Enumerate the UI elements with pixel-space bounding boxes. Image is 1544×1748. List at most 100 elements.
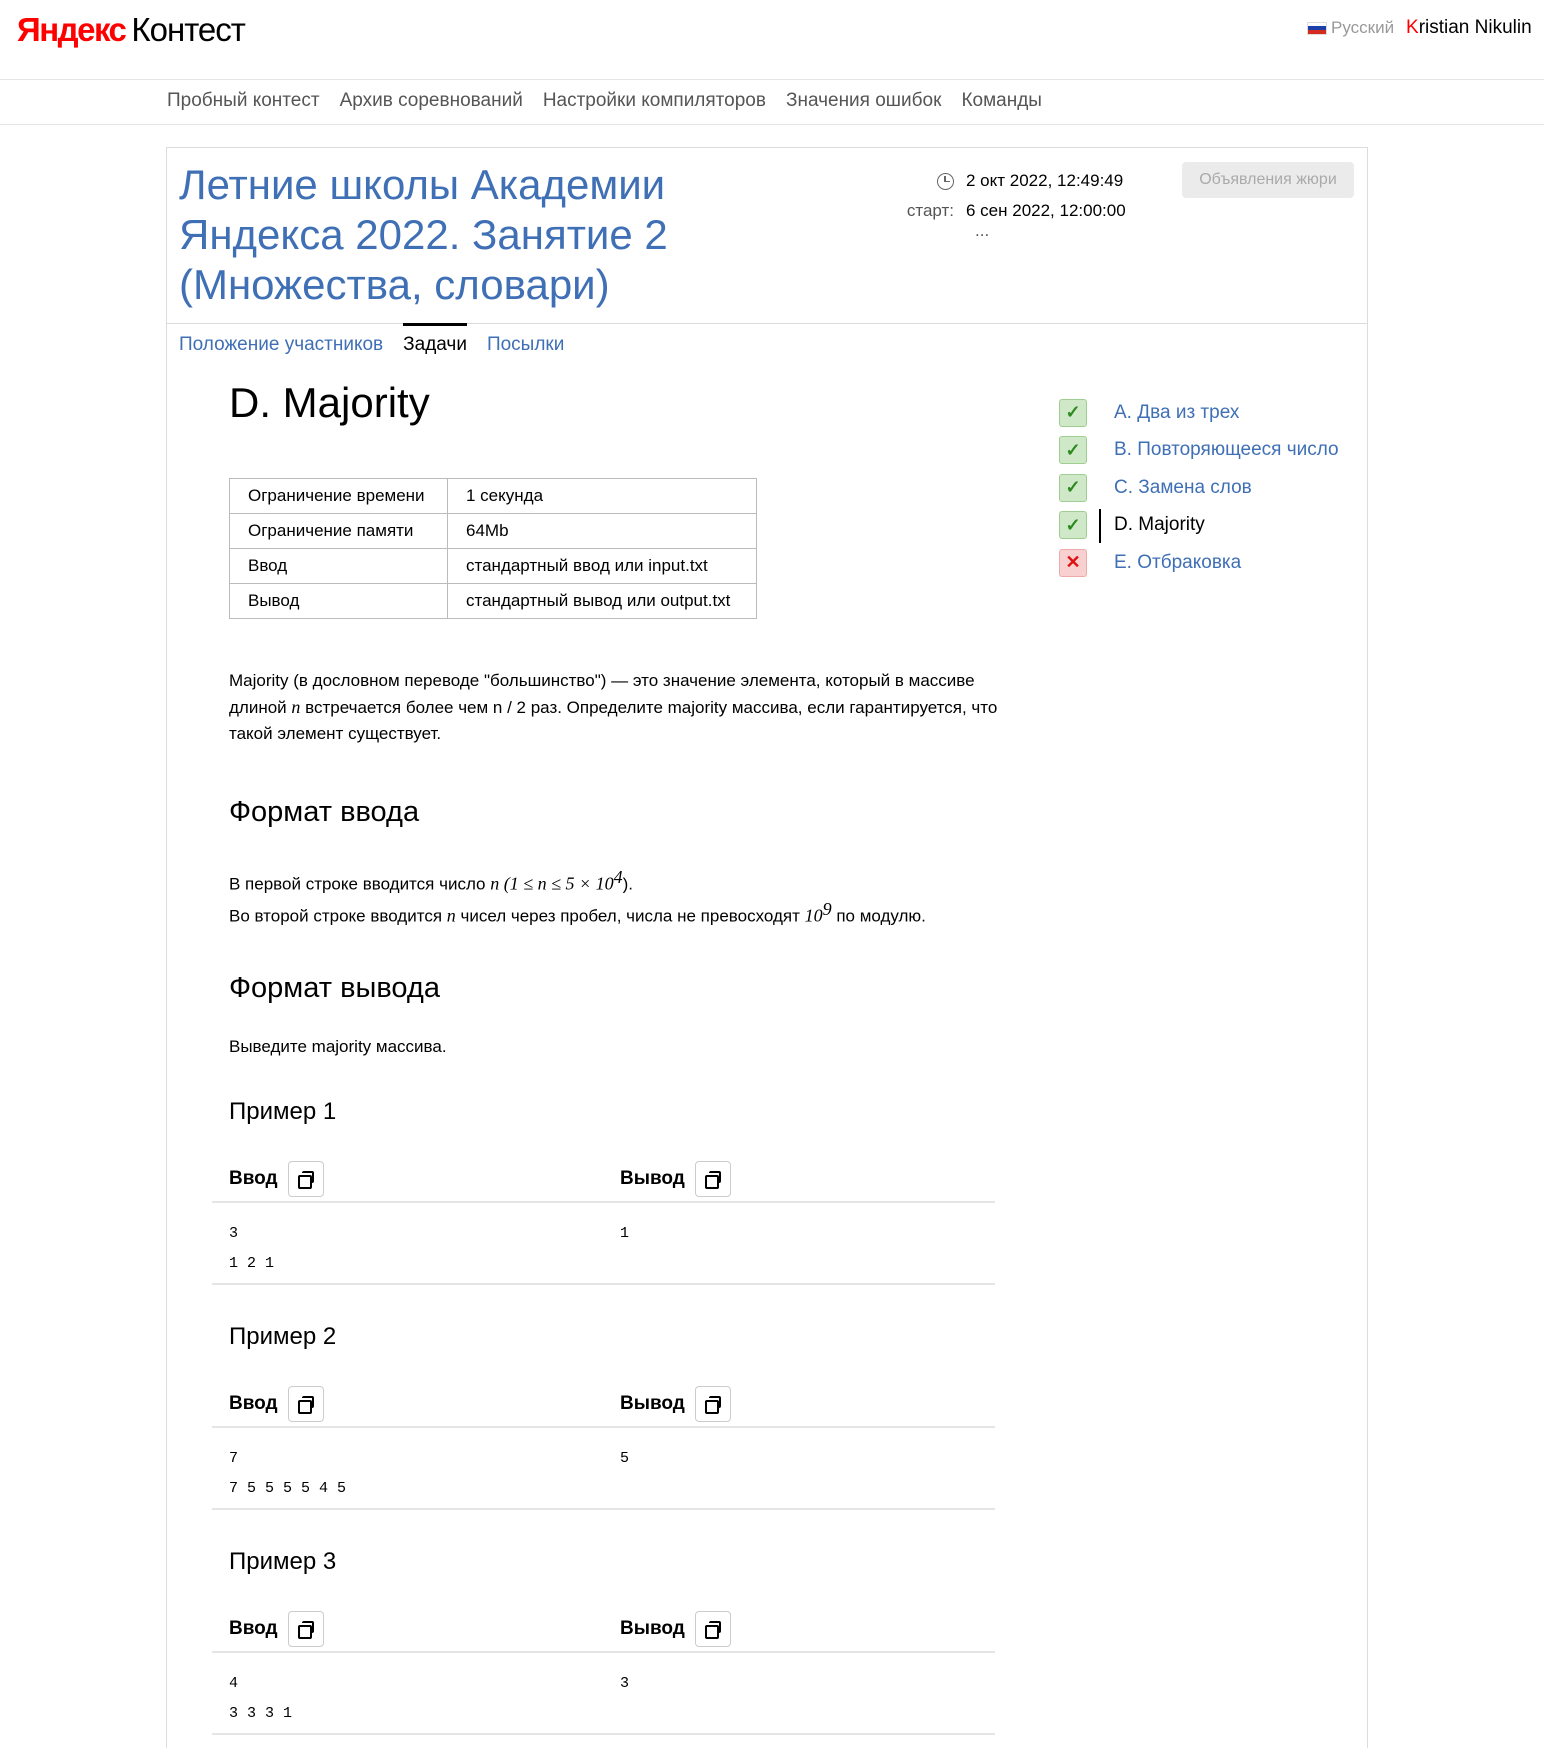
start-label: старт: (906, 201, 954, 220)
limit-label: Ввод (229, 548, 448, 584)
list-item[interactable]: ✓ A. Два из трех (1059, 394, 1239, 432)
legend-text: встречается более чем n / 2 раз. Определ… (229, 698, 998, 743)
current-time: 2 окт 2022, 12:49:49 (966, 171, 1124, 190)
problem-link-active[interactable]: D. Majority (1114, 514, 1205, 536)
example-output[interactable]: 1 (620, 1219, 629, 1249)
example-3: Ввод Вывод 4 3 3 3 1 3 (212, 1601, 995, 1735)
problem-statement: D. Majority Ограничение времени 1 секунда… (212, 378, 1009, 1735)
table-row: Вывод стандартный вывод или output.txt (229, 583, 757, 619)
problem-link[interactable]: B. Повторяющееся число (1114, 439, 1339, 461)
list-item[interactable]: ✓ C. Замена слов (1059, 469, 1252, 507)
example-input[interactable]: 3 1 2 1 (229, 1219, 274, 1279)
input-format-line-2: Во второй строке вводится n чисел через … (229, 893, 926, 933)
copy-icon (297, 1396, 314, 1414)
input-text: чисел через пробел, числа не превосходят (455, 906, 805, 926)
limit-value: 1 секунда (447, 478, 757, 514)
tab-submissions[interactable]: Посылки (487, 323, 564, 363)
example-output[interactable]: 3 (620, 1669, 629, 1699)
output-format-heading: Формат вывода (229, 972, 440, 1004)
problem-title: D. Majority (229, 379, 430, 426)
copy-output-button[interactable] (694, 1161, 731, 1197)
copy-input-button[interactable] (287, 1161, 324, 1197)
example-input-label: Ввод (229, 1168, 278, 1189)
copy-output-button[interactable] (694, 1611, 731, 1647)
example-body: 7 7 5 5 5 5 4 5 5 (212, 1428, 995, 1510)
check-icon: ✓ (1059, 436, 1087, 465)
copy-icon (297, 1621, 314, 1639)
table-row: Ввод стандартный ввод или input.txt (229, 548, 757, 584)
check-icon: ✓ (1059, 511, 1087, 540)
example-1: Ввод Вывод 3 1 2 1 1 (212, 1151, 995, 1285)
example-input[interactable]: 4 3 3 3 1 (229, 1669, 292, 1729)
check-icon: ✓ (1059, 473, 1087, 502)
menu-item-error-codes[interactable]: Значения ошибок (786, 90, 941, 112)
active-problem-marker (1099, 508, 1101, 543)
example-output[interactable]: 5 (620, 1444, 629, 1474)
clock-icon (937, 172, 954, 190)
menu-item-compiler-settings[interactable]: Настройки компиляторов (543, 90, 766, 112)
user-first-letter: K (1406, 17, 1419, 38)
copy-input-button[interactable] (287, 1611, 324, 1647)
list-item[interactable]: ✓ B. Повторяющееся число (1059, 432, 1339, 470)
example-title: Пример 1 (229, 1098, 337, 1125)
example-input-label: Ввод (229, 1393, 278, 1414)
tab-problems[interactable]: Задачи (403, 323, 467, 363)
example-header: Ввод Вывод (212, 1601, 995, 1653)
input-math: n (1 ≤ n ≤ 5 × 10 (490, 873, 614, 894)
input-format-heading: Формат ввода (229, 796, 420, 828)
copy-icon (704, 1396, 721, 1414)
top-bar: Яндекс Контест Русский Kristian Nikulin (0, 0, 1544, 80)
input-math: 10 (804, 905, 823, 926)
user-name-rest: ristian Nikulin (1418, 17, 1532, 38)
example-input-label: Ввод (229, 1618, 278, 1639)
limit-label: Вывод (229, 583, 448, 619)
example-header: Ввод Вывод (212, 1376, 995, 1428)
example-title: Пример 2 (229, 1323, 337, 1350)
list-item[interactable]: ✓ D. Majority (1059, 507, 1205, 545)
yandex-contest-logo[interactable]: Яндекс Контест (17, 11, 246, 49)
menu-item-trial-contest[interactable]: Пробный контест (167, 90, 320, 112)
copy-input-button[interactable] (287, 1386, 324, 1422)
check-icon: ✓ (1059, 398, 1087, 427)
start-time: 6 сен 2022, 12:00:00 (966, 201, 1126, 220)
copy-icon (704, 1621, 721, 1639)
list-item[interactable]: ✕ E. Отбраковка (1059, 544, 1241, 582)
limit-value: стандартный ввод или input.txt (447, 548, 757, 584)
example-input[interactable]: 7 7 5 5 5 5 4 5 (229, 1444, 346, 1504)
input-math: n (446, 905, 456, 926)
menu-item-archive[interactable]: Архив соревнований (340, 90, 523, 112)
logo-contest: Контест (131, 11, 246, 48)
jury-announcements-button[interactable]: Объявления жюри (1182, 162, 1354, 198)
cross-icon: ✕ (1059, 548, 1087, 577)
contest-timer: 2 окт 2022, 12:49:49 старт: 6 сен 2022, 1… (906, 166, 1126, 244)
russian-flag-icon (1307, 21, 1327, 35)
table-row: Ограничение памяти 64Mb (229, 513, 757, 549)
limit-label: Ограничение памяти (229, 513, 448, 549)
menu-item-teams[interactable]: Команды (961, 90, 1042, 112)
limit-value: стандартный вывод или output.txt (447, 583, 757, 619)
problem-link[interactable]: A. Два из трех (1114, 402, 1239, 424)
input-math-sup: 9 (822, 899, 832, 919)
example-output-label: Вывод (620, 1393, 685, 1414)
copy-output-button[interactable] (694, 1386, 731, 1422)
problem-link[interactable]: C. Замена слов (1114, 477, 1252, 499)
language-switcher[interactable]: Русский (1307, 18, 1394, 38)
limits-table: Ограничение времени 1 секунда Ограничение… (229, 478, 757, 619)
input-math-sup: 4 (613, 867, 623, 887)
copy-icon (704, 1171, 721, 1189)
user-name[interactable]: Kristian Nikulin (1406, 17, 1532, 39)
problem-link[interactable]: E. Отбраковка (1114, 552, 1241, 574)
more-info-ellipsis[interactable]: ... (906, 222, 1126, 244)
example-body: 4 3 3 3 1 3 (212, 1653, 995, 1735)
contest-title[interactable]: Летние школы Академии Яндекса 2022. Заня… (179, 160, 739, 310)
tab-standings[interactable]: Положение участников (179, 323, 383, 363)
input-text: В первой строке вводится число (229, 874, 491, 894)
problem-legend: Majority (в дословном переводе "большинс… (229, 668, 1009, 747)
input-text: Во второй строке вводится (229, 906, 447, 926)
logo-yandex: Яндекс (17, 11, 127, 48)
limit-value: 64Mb (447, 513, 757, 549)
example-body: 3 1 2 1 1 (212, 1203, 995, 1285)
input-text: по модулю. (831, 906, 926, 926)
language-label: Русский (1331, 18, 1395, 37)
example-header: Ввод Вывод (212, 1151, 995, 1203)
